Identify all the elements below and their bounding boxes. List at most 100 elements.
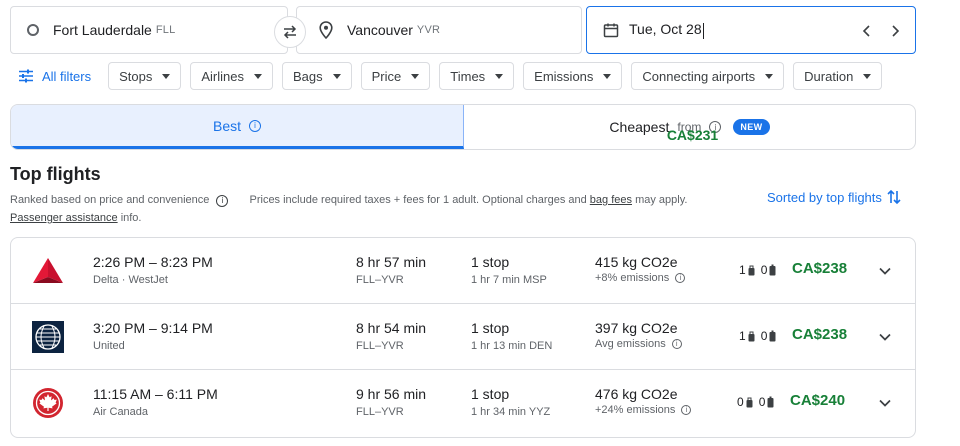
filter-times-label: Times <box>450 68 486 84</box>
ranking-note: Ranked based on price and convenience <box>10 194 210 206</box>
bag-allowance: 0 0 <box>737 395 780 409</box>
flight-row[interactable]: 3:20 PM – 9:14 PM United 8 hr 54 min FLL… <box>11 304 915 370</box>
info-icon[interactable]: i <box>671 339 682 349</box>
emissions-label: +24% emissions <box>595 404 676 416</box>
destination-code: YVR <box>416 24 441 36</box>
filter-airlines[interactable]: Airlines <box>190 62 273 90</box>
passenger-assistance-link[interactable]: Passenger assistance <box>10 212 118 224</box>
filter-bar: All filters Stops Airlines Bags Price Ti… <box>10 62 883 90</box>
air-canada-logo-icon <box>32 387 64 419</box>
emissions-label: Avg emissions <box>595 338 666 350</box>
stops-count: 1 stop <box>471 254 510 270</box>
co2-amount: 415 kg CO2e <box>595 254 678 270</box>
carry-on-count: 0 <box>737 395 744 409</box>
date-nav <box>855 19 907 43</box>
flight-duration: 8 hr 54 min <box>356 320 427 336</box>
checked-bag-icon <box>769 330 776 342</box>
tab-cheapest[interactable]: Cheapest from CA$231 i NEW <box>464 105 915 149</box>
date-value: Tue, Oct 28 <box>629 21 704 39</box>
stops-count: 1 stop <box>471 320 510 336</box>
filter-connecting-airports-label: Connecting airports <box>642 68 756 84</box>
emissions-note: +8% emissions i <box>595 272 686 284</box>
filter-stops-label: Stops <box>119 68 153 84</box>
next-date-button[interactable] <box>883 19 907 43</box>
expand-button[interactable] <box>873 259 897 283</box>
bag-allowance: 1 0 <box>739 329 782 343</box>
dropdown-arrow-icon <box>765 73 774 79</box>
filter-price[interactable]: Price <box>360 62 431 90</box>
filter-duration-label: Duration <box>804 68 854 84</box>
tune-icon <box>19 69 33 83</box>
location-pin-icon <box>319 21 333 39</box>
origin-code: FLL <box>155 24 176 36</box>
flight-times: 2:26 PM – 8:23 PM <box>93 254 213 270</box>
passenger-assistance-suffix: info. <box>120 212 142 224</box>
flight-duration: 8 hr 57 min <box>356 254 427 270</box>
filter-stops[interactable]: Stops <box>108 62 182 90</box>
dropdown-arrow-icon <box>332 73 341 79</box>
flight-results-list: 2:26 PM – 8:23 PM Delta · WestJet 8 hr 5… <box>10 237 916 438</box>
dropdown-arrow-icon <box>162 73 171 79</box>
flight-price: CA$238 <box>792 260 848 277</box>
filter-bags[interactable]: Bags <box>282 62 352 90</box>
flight-route: FLL–YVR <box>356 406 404 418</box>
filter-connecting-airports[interactable]: Connecting airports <box>631 62 785 90</box>
filter-emissions-label: Emissions <box>534 68 594 84</box>
dropdown-arrow-icon <box>254 73 262 79</box>
dropdown-arrow-icon <box>863 73 872 79</box>
price-note: Prices include required taxes + fees for… <box>249 194 587 206</box>
expand-button[interactable] <box>873 391 897 415</box>
price-note-end: may apply. <box>635 194 688 206</box>
checked-bag-count: 0 <box>760 329 768 343</box>
checked-bag-count: 0 <box>758 395 766 409</box>
carry-on-bag-icon <box>748 265 755 275</box>
swap-arrows-icon <box>283 25 297 39</box>
filter-emissions[interactable]: Emissions <box>523 62 623 90</box>
checked-bag-icon <box>769 264 776 276</box>
flight-row[interactable]: 2:26 PM – 8:23 PM Delta · WestJet 8 hr 5… <box>11 238 915 304</box>
chevron-down-icon <box>879 267 891 275</box>
all-filters-button[interactable]: All filters <box>10 62 99 90</box>
destination-city: Vancouver <box>347 22 413 38</box>
sort-button[interactable]: Sorted by top flights <box>767 188 902 206</box>
tab-best[interactable]: Best i <box>11 105 464 149</box>
emissions-note: +24% emissions i <box>595 404 692 416</box>
layover-info: 1 hr 7 min MSP <box>471 274 547 286</box>
dropdown-arrow-icon <box>411 73 420 79</box>
info-icon[interactable]: i <box>216 195 229 207</box>
tab-cheapest-label: Cheapest <box>609 119 670 135</box>
delta-logo-icon <box>32 255 64 287</box>
carry-on-bag-icon <box>746 397 753 407</box>
co2-amount: 397 kg CO2e <box>595 320 678 336</box>
text-cursor <box>702 22 704 39</box>
info-icon[interactable]: i <box>681 405 692 415</box>
expand-button[interactable] <box>873 325 897 349</box>
airline-names: United <box>93 340 125 352</box>
calendar-icon <box>603 23 619 38</box>
info-icon[interactable]: i <box>249 119 261 132</box>
filter-price-label: Price <box>371 68 402 84</box>
bag-fees-link[interactable]: bag fees <box>590 194 632 206</box>
chevron-right-icon <box>892 25 900 37</box>
chevron-left-icon <box>862 25 870 37</box>
origin-field[interactable]: Fort Lauderdale FLL <box>10 6 288 54</box>
flight-route: FLL–YVR <box>356 340 404 352</box>
date-text: Tue, Oct 28 <box>629 21 702 38</box>
carry-on-bag-icon <box>748 331 755 341</box>
search-bar: Fort Lauderdale FLL Vancouver YVR Tue, O… <box>10 4 916 56</box>
origin-city: Fort Lauderdale <box>53 22 152 38</box>
sort-tabs: Best i Cheapest from CA$231 i NEW <box>10 104 916 150</box>
destination-field[interactable]: Vancouver YVR <box>296 6 582 54</box>
filter-times[interactable]: Times <box>439 62 515 90</box>
previous-date-button[interactable] <box>855 19 879 43</box>
flight-price: CA$238 <box>792 326 848 343</box>
all-filters-label: All filters <box>42 68 92 84</box>
emissions-note: Avg emissions i <box>595 338 682 350</box>
flight-row[interactable]: 11:15 AM – 6:11 PM Air Canada 9 hr 56 mi… <box>11 370 915 437</box>
chevron-down-icon <box>879 333 891 341</box>
carry-on-count: 1 <box>739 329 746 343</box>
swap-button[interactable] <box>274 16 306 48</box>
date-field[interactable]: Tue, Oct 28 <box>586 6 916 54</box>
filter-duration[interactable]: Duration <box>793 62 883 90</box>
info-icon[interactable]: i <box>675 273 686 283</box>
